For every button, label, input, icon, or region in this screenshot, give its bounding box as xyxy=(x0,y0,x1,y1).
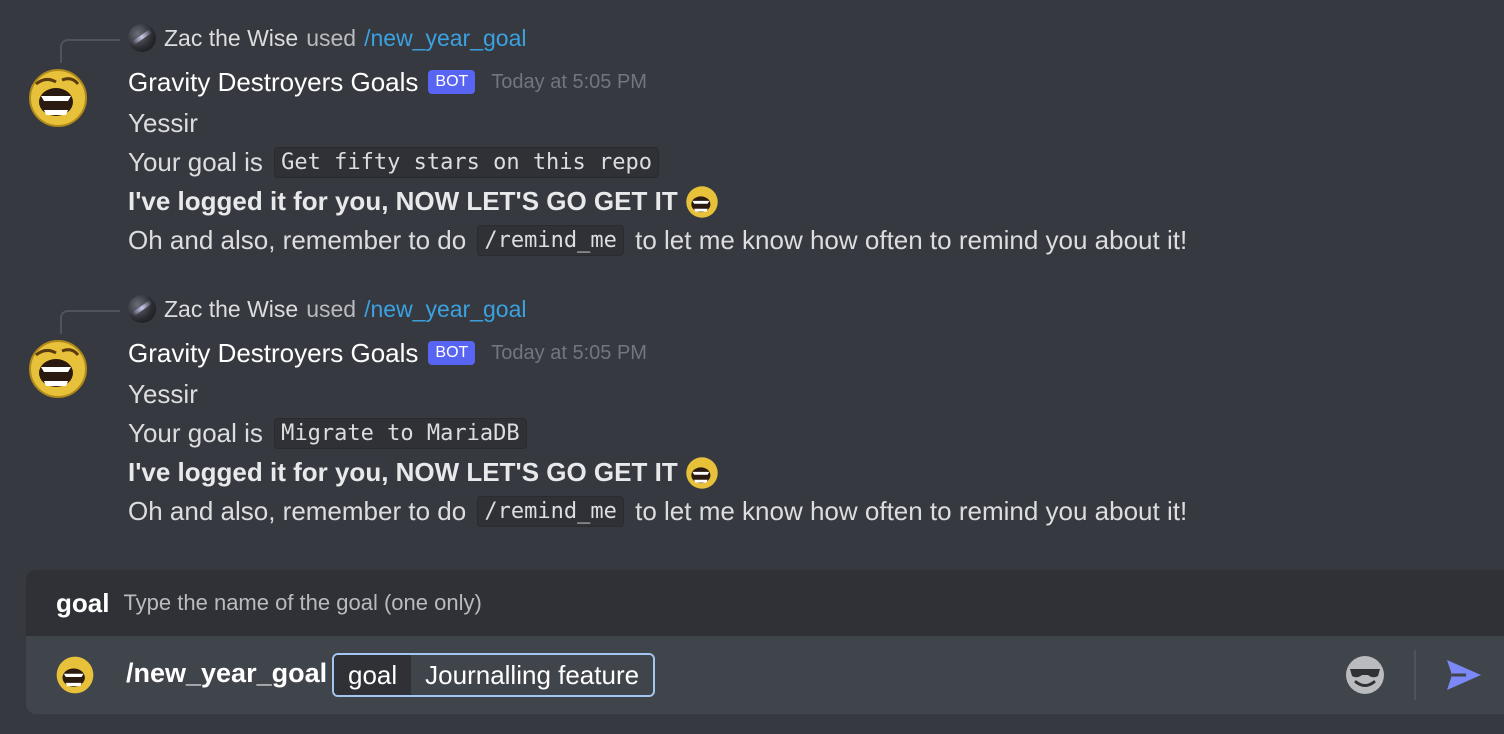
screaming-face-emoji-icon xyxy=(684,184,720,220)
reply-spine xyxy=(60,39,120,63)
bot-avatar[interactable] xyxy=(26,337,90,401)
line-text: Oh and also, remember to do xyxy=(128,225,467,255)
sunglasses-face-icon[interactable] xyxy=(1344,654,1386,696)
user-avatar[interactable] xyxy=(128,24,156,52)
command-code: /remind_me xyxy=(477,496,624,527)
bot-avatar[interactable] xyxy=(26,66,90,130)
message-content: Yessir Your goal is Get fifty stars on t… xyxy=(128,104,1187,260)
author-name[interactable]: Gravity Destroyers Goals xyxy=(128,67,418,98)
line-text: I've logged it for you, NOW LET'S GO GET… xyxy=(128,457,678,487)
screaming-face-emoji-icon xyxy=(684,455,720,491)
message-line: Yessir xyxy=(128,104,1187,143)
line-text: Yessir xyxy=(128,108,198,138)
option-value[interactable]: Journalling feature xyxy=(411,655,654,695)
message-header: Gravity Destroyers Goals BOT Today at 5:… xyxy=(128,337,647,369)
message-content: Yessir Your goal is Migrate to MariaDB I… xyxy=(128,375,1187,531)
bot-command-avatar xyxy=(54,654,96,696)
interaction-user[interactable]: Zac the Wise xyxy=(164,25,298,52)
option-description: Type the name of the goal (one only) xyxy=(123,590,482,615)
interaction-command[interactable]: /new_year_goal xyxy=(364,25,526,52)
option-name: goal xyxy=(56,587,110,618)
message-composer[interactable]: /new_year_goal goal Journalling feature xyxy=(26,636,1504,714)
reply-spine xyxy=(60,310,120,334)
interaction-reference[interactable]: Zac the Wise used /new_year_goal xyxy=(128,293,527,325)
message-line: I've logged it for you, NOW LET'S GO GET… xyxy=(128,182,1187,221)
option-key: goal xyxy=(334,655,412,695)
goal-code: Migrate to MariaDB xyxy=(274,418,527,449)
message-line: Your goal is Get fifty stars on this rep… xyxy=(128,143,1187,182)
interaction-verb: used xyxy=(306,24,357,51)
line-text: to let me know how often to remind you a… xyxy=(635,496,1188,526)
command-option-input[interactable]: goal Journalling feature xyxy=(332,653,656,697)
composer-divider xyxy=(1414,650,1416,700)
timestamp: Today at 5:05 PM xyxy=(491,341,647,364)
bot-tag: BOT xyxy=(428,70,476,94)
message-line: Your goal is Migrate to MariaDB xyxy=(128,414,1187,453)
command-option-hint: goal Type the name of the goal (one only… xyxy=(26,570,1504,636)
author-name[interactable]: Gravity Destroyers Goals xyxy=(128,338,418,369)
send-arrow-icon[interactable] xyxy=(1444,655,1484,695)
interaction-reference[interactable]: Zac the Wise used /new_year_goal xyxy=(128,22,527,54)
chat-area: Zac the Wise used /new_year_goal Gravity… xyxy=(0,0,1504,734)
timestamp: Today at 5:05 PM xyxy=(491,70,647,93)
line-text: I've logged it for you, NOW LET'S GO GET… xyxy=(128,186,678,216)
command-code: /remind_me xyxy=(477,225,624,256)
line-text: to let me know how often to remind you a… xyxy=(635,225,1188,255)
goal-code: Get fifty stars on this repo xyxy=(274,147,660,178)
message-line: I've logged it for you, NOW LET'S GO GET… xyxy=(128,453,1187,492)
interaction-user[interactable]: Zac the Wise xyxy=(164,296,298,323)
line-text: Your goal is xyxy=(128,147,263,177)
line-text: Yessir xyxy=(128,379,198,409)
interaction-command[interactable]: /new_year_goal xyxy=(364,296,526,323)
bot-tag: BOT xyxy=(428,341,476,365)
message-line: Oh and also, remember to do /remind_me t… xyxy=(128,492,1187,531)
message-line: Oh and also, remember to do /remind_me t… xyxy=(128,221,1187,260)
message-header: Gravity Destroyers Goals BOT Today at 5:… xyxy=(128,66,647,98)
message-line: Yessir xyxy=(128,375,1187,414)
interaction-verb: used xyxy=(306,295,357,322)
slash-command-name[interactable]: /new_year_goal xyxy=(126,658,327,689)
user-avatar[interactable] xyxy=(128,295,156,323)
line-text: Your goal is xyxy=(128,418,263,448)
line-text: Oh and also, remember to do xyxy=(128,496,467,526)
